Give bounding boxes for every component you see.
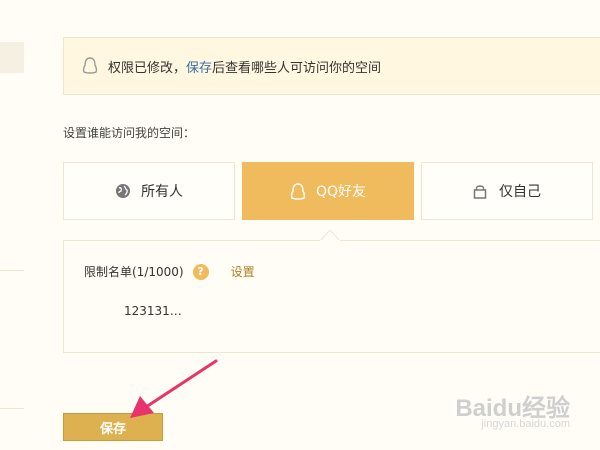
permission-notice: 权限已修改， 保存 后查看哪些人可访问你的空间 [63, 37, 600, 95]
restriction-list-label: 限制名单(1/1000) [84, 265, 184, 279]
penguin-outline-icon [82, 57, 98, 75]
option-only-me[interactable]: 仅自己 [421, 162, 593, 220]
notice-text-suffix: 后查看哪些人可访问你的空间 [212, 60, 382, 76]
sidebar-divider [0, 408, 24, 409]
sidebar-active-block [0, 42, 24, 73]
option-everyone[interactable]: 所有人 [63, 162, 235, 220]
sidebar-divider [0, 270, 24, 271]
restriction-list-row: 限制名单(1/1000) ? 设置 [84, 263, 255, 280]
left-sidebar-strip [0, 0, 24, 450]
help-icon[interactable]: ? [192, 263, 209, 280]
option-everyone-label: 所有人 [141, 184, 183, 200]
option-qq-friends-label: QQ好友 [315, 184, 367, 200]
qq-penguin-icon [290, 183, 306, 200]
restriction-settings-link[interactable]: 设置 [231, 263, 255, 280]
globe-icon [115, 183, 131, 199]
lock-icon [473, 183, 489, 199]
panel-pointer-caret [320, 229, 340, 241]
restriction-panel [63, 240, 600, 353]
pointer-arrow-annotation [130, 359, 218, 418]
baidu-watermark-url: jingyan.baidu.com [481, 418, 570, 430]
restricted-member: 123131… [124, 304, 182, 318]
option-qq-friends[interactable]: QQ好友 [242, 162, 414, 220]
notice-text-prefix: 权限已修改， [108, 60, 187, 76]
notice-save-link[interactable]: 保存 [186, 57, 212, 76]
option-only-me-label: 仅自己 [499, 184, 541, 200]
access-setting-label: 设置谁能访问我的空间： [63, 126, 196, 140]
